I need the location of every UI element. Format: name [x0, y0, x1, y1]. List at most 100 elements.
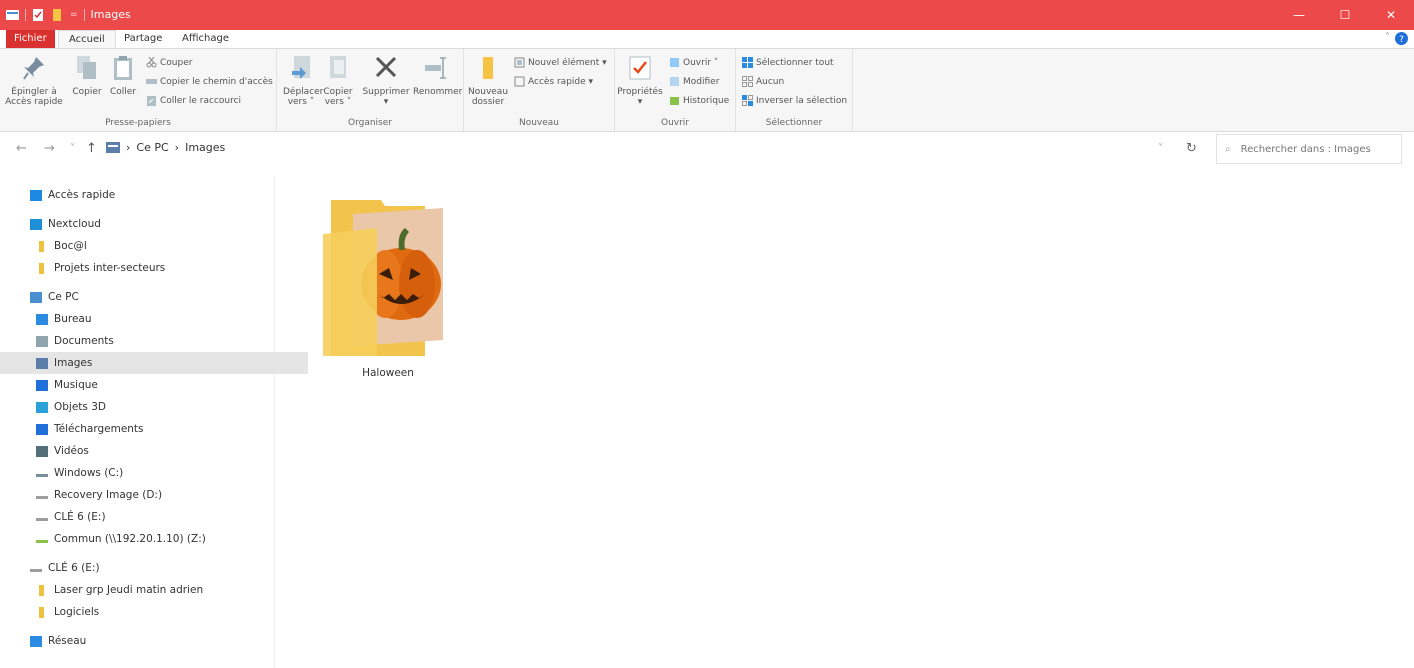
sidebar-item-boc-l[interactable]: Boc@l [0, 235, 308, 257]
collapse-ribbon-icon[interactable]: ˄ [1385, 32, 1390, 43]
tab-fichier[interactable]: Fichier [6, 30, 55, 48]
document-icon [36, 335, 48, 347]
edit-icon [670, 77, 679, 86]
cut-button[interactable]: Couper [146, 57, 192, 68]
paste-button[interactable]: Coller [106, 55, 140, 97]
new-folder-button[interactable]: Nouveau dossier [468, 55, 508, 107]
select-none-button[interactable]: Aucun [742, 76, 784, 87]
sidebar-item-acc-s-rapide[interactable]: Accès rapide [0, 184, 302, 206]
sidebar-item-documents[interactable]: Documents [0, 330, 308, 352]
search-input[interactable]: Rechercher dans : Images [1241, 144, 1371, 155]
properties-check-icon [629, 56, 651, 80]
sidebar-item-cl-6-e[interactable]: CLÉ 6 (E:) [0, 557, 302, 579]
paste-shortcut-icon [147, 96, 156, 106]
sidebar-item-label: CLÉ 6 (E:) [54, 511, 106, 523]
maximize-button[interactable]: ☐ [1322, 0, 1368, 30]
breadcrumb[interactable]: › Ce PC › Images [106, 141, 225, 154]
desktop-icon [36, 313, 48, 325]
copy-to-button[interactable]: Copier vers ˅ [321, 55, 355, 107]
sidebar-item-label: Boc@l [54, 240, 87, 252]
minimize-button[interactable]: — [1276, 0, 1322, 30]
network-drive-icon [36, 539, 48, 543]
separator [83, 8, 85, 21]
sidebar-item-images[interactable]: Images [0, 352, 308, 374]
sidebar-item-objets-3d[interactable]: Objets 3D [0, 396, 308, 418]
group-organiser: Déplacer vers ˅ Copier vers ˅ Supprimer … [277, 49, 464, 131]
sidebar-item-vid-os[interactable]: Vidéos [0, 440, 308, 462]
sidebar-item-bureau[interactable]: Bureau [0, 308, 308, 330]
group-nouveau: Nouveau dossier Nouvel élément ▾ Accès r… [464, 49, 615, 131]
copy-path-button[interactable]: Copier le chemin d'accès [146, 76, 273, 87]
breadcrumb-images[interactable]: Images [185, 141, 225, 154]
sidebar-item-logiciels[interactable]: Logiciels [0, 601, 308, 623]
svg-text:?: ? [1399, 35, 1404, 45]
rename-button[interactable]: Renommer [413, 55, 462, 97]
sidebar-item-label: Téléchargements [54, 423, 144, 435]
paste-shortcut-button[interactable]: Coller le raccourci [146, 95, 241, 106]
help-icon[interactable]: ? [1395, 32, 1408, 45]
ribbon: Épingler à Accès rapide Copier Coller Co… [0, 48, 1414, 132]
tab-affichage[interactable]: Affichage [172, 30, 239, 48]
customize-qa-icon[interactable]: = [70, 10, 78, 20]
sidebar-item-projets-inter-secteurs[interactable]: Projets inter-secteurs [0, 257, 308, 279]
sidebar-item-label: Bureau [54, 313, 92, 325]
delete-button[interactable]: Supprimer ▾ [361, 55, 411, 107]
properties-button[interactable]: Propriétés ▾ [617, 55, 663, 107]
invert-selection-button[interactable]: Inverser la sélection [742, 95, 847, 106]
tab-accueil[interactable]: Accueil [58, 30, 116, 49]
forward-arrow-icon[interactable]: → [44, 141, 55, 156]
copy-path-icon [146, 79, 157, 84]
group-label: Ouvrir [660, 118, 689, 128]
move-to-button[interactable]: Déplacer vers ˅ [283, 55, 323, 107]
refresh-icon[interactable]: ↻ [1186, 141, 1197, 156]
sidebar-item-label: Recovery Image (D:) [54, 489, 163, 501]
copy-button[interactable]: Copier [70, 55, 104, 97]
sidebar-item-commun-192-20-1-10-z[interactable]: Commun (\\192.20.1.10) (Z:) [0, 528, 308, 550]
sidebar-item-label: Logiciels [54, 606, 100, 618]
new-folder-quick-icon[interactable] [51, 8, 64, 21]
sidebar-item-t-l-chargements[interactable]: Téléchargements [0, 418, 308, 440]
search-box[interactable]: ⌕ Rechercher dans : Images [1216, 134, 1402, 164]
sidebar-item-label: Accès rapide [48, 189, 116, 201]
cube-icon [36, 401, 48, 413]
sidebar-item-r-seau[interactable]: Réseau [0, 630, 302, 652]
sidebar-item-laser-grp-jeudi-matin-adrien[interactable]: Laser grp Jeudi matin adrien [0, 579, 308, 601]
easy-access-button[interactable]: Accès rapide ▾ [514, 76, 593, 87]
recent-locations-icon[interactable]: ˅ [70, 143, 75, 154]
folder-icon [39, 584, 44, 596]
address-dropdown-icon[interactable]: ˅ [1158, 143, 1163, 154]
close-button[interactable]: ✕ [1368, 0, 1414, 30]
sidebar-item-label: Nextcloud [48, 218, 101, 230]
select-all-button[interactable]: Sélectionner tout [742, 57, 834, 68]
star-icon [30, 189, 42, 201]
folder-item-haloween[interactable]: Haloween [318, 194, 458, 379]
properties-quick-icon[interactable] [32, 8, 45, 21]
tab-partage[interactable]: Partage [114, 30, 172, 48]
sidebar-item-musique[interactable]: Musique [0, 374, 308, 396]
pin-quick-access-button[interactable]: Épingler à Accès rapide [4, 55, 64, 107]
sidebar-item-windows-c[interactable]: Windows (C:) [0, 462, 308, 484]
window-title: Images [90, 8, 131, 21]
sidebar-item-cl-6-e[interactable]: CLÉ 6 (E:) [0, 506, 308, 528]
group-presse-papiers: Épingler à Accès rapide Copier Coller Co… [0, 49, 277, 131]
group-selectionner: Sélectionner tout Aucun Inverser la séle… [736, 49, 853, 131]
group-label: Nouveau [518, 118, 560, 128]
edit-button[interactable]: Modifier [669, 76, 719, 87]
sidebar-item-recovery-image-d[interactable]: Recovery Image (D:) [0, 484, 308, 506]
computer-icon [30, 291, 42, 303]
sidebar-item-label: CLÉ 6 (E:) [48, 562, 100, 574]
explorer-app-icon[interactable] [6, 9, 19, 21]
sidebar-item-nextcloud[interactable]: Nextcloud [0, 213, 302, 235]
delete-x-icon [375, 56, 397, 78]
sidebar-item-label: Commun (\\192.20.1.10) (Z:) [54, 533, 206, 545]
sidebar-item-ce-pc[interactable]: Ce PC [0, 286, 302, 308]
history-button[interactable]: Historique [669, 95, 729, 106]
open-button[interactable]: Ouvrir ˅ [669, 57, 718, 68]
folder-label: Haloween [362, 367, 414, 379]
breadcrumb-ce-pc[interactable]: Ce PC [136, 141, 168, 154]
new-item-button[interactable]: Nouvel élément ▾ [514, 57, 607, 68]
up-arrow-icon[interactable]: ↑ [86, 141, 97, 156]
back-arrow-icon[interactable]: ← [16, 141, 27, 156]
title-bar: = Images — ☐ ✕ [0, 0, 1414, 30]
group-label: Sélectionner [765, 118, 823, 128]
